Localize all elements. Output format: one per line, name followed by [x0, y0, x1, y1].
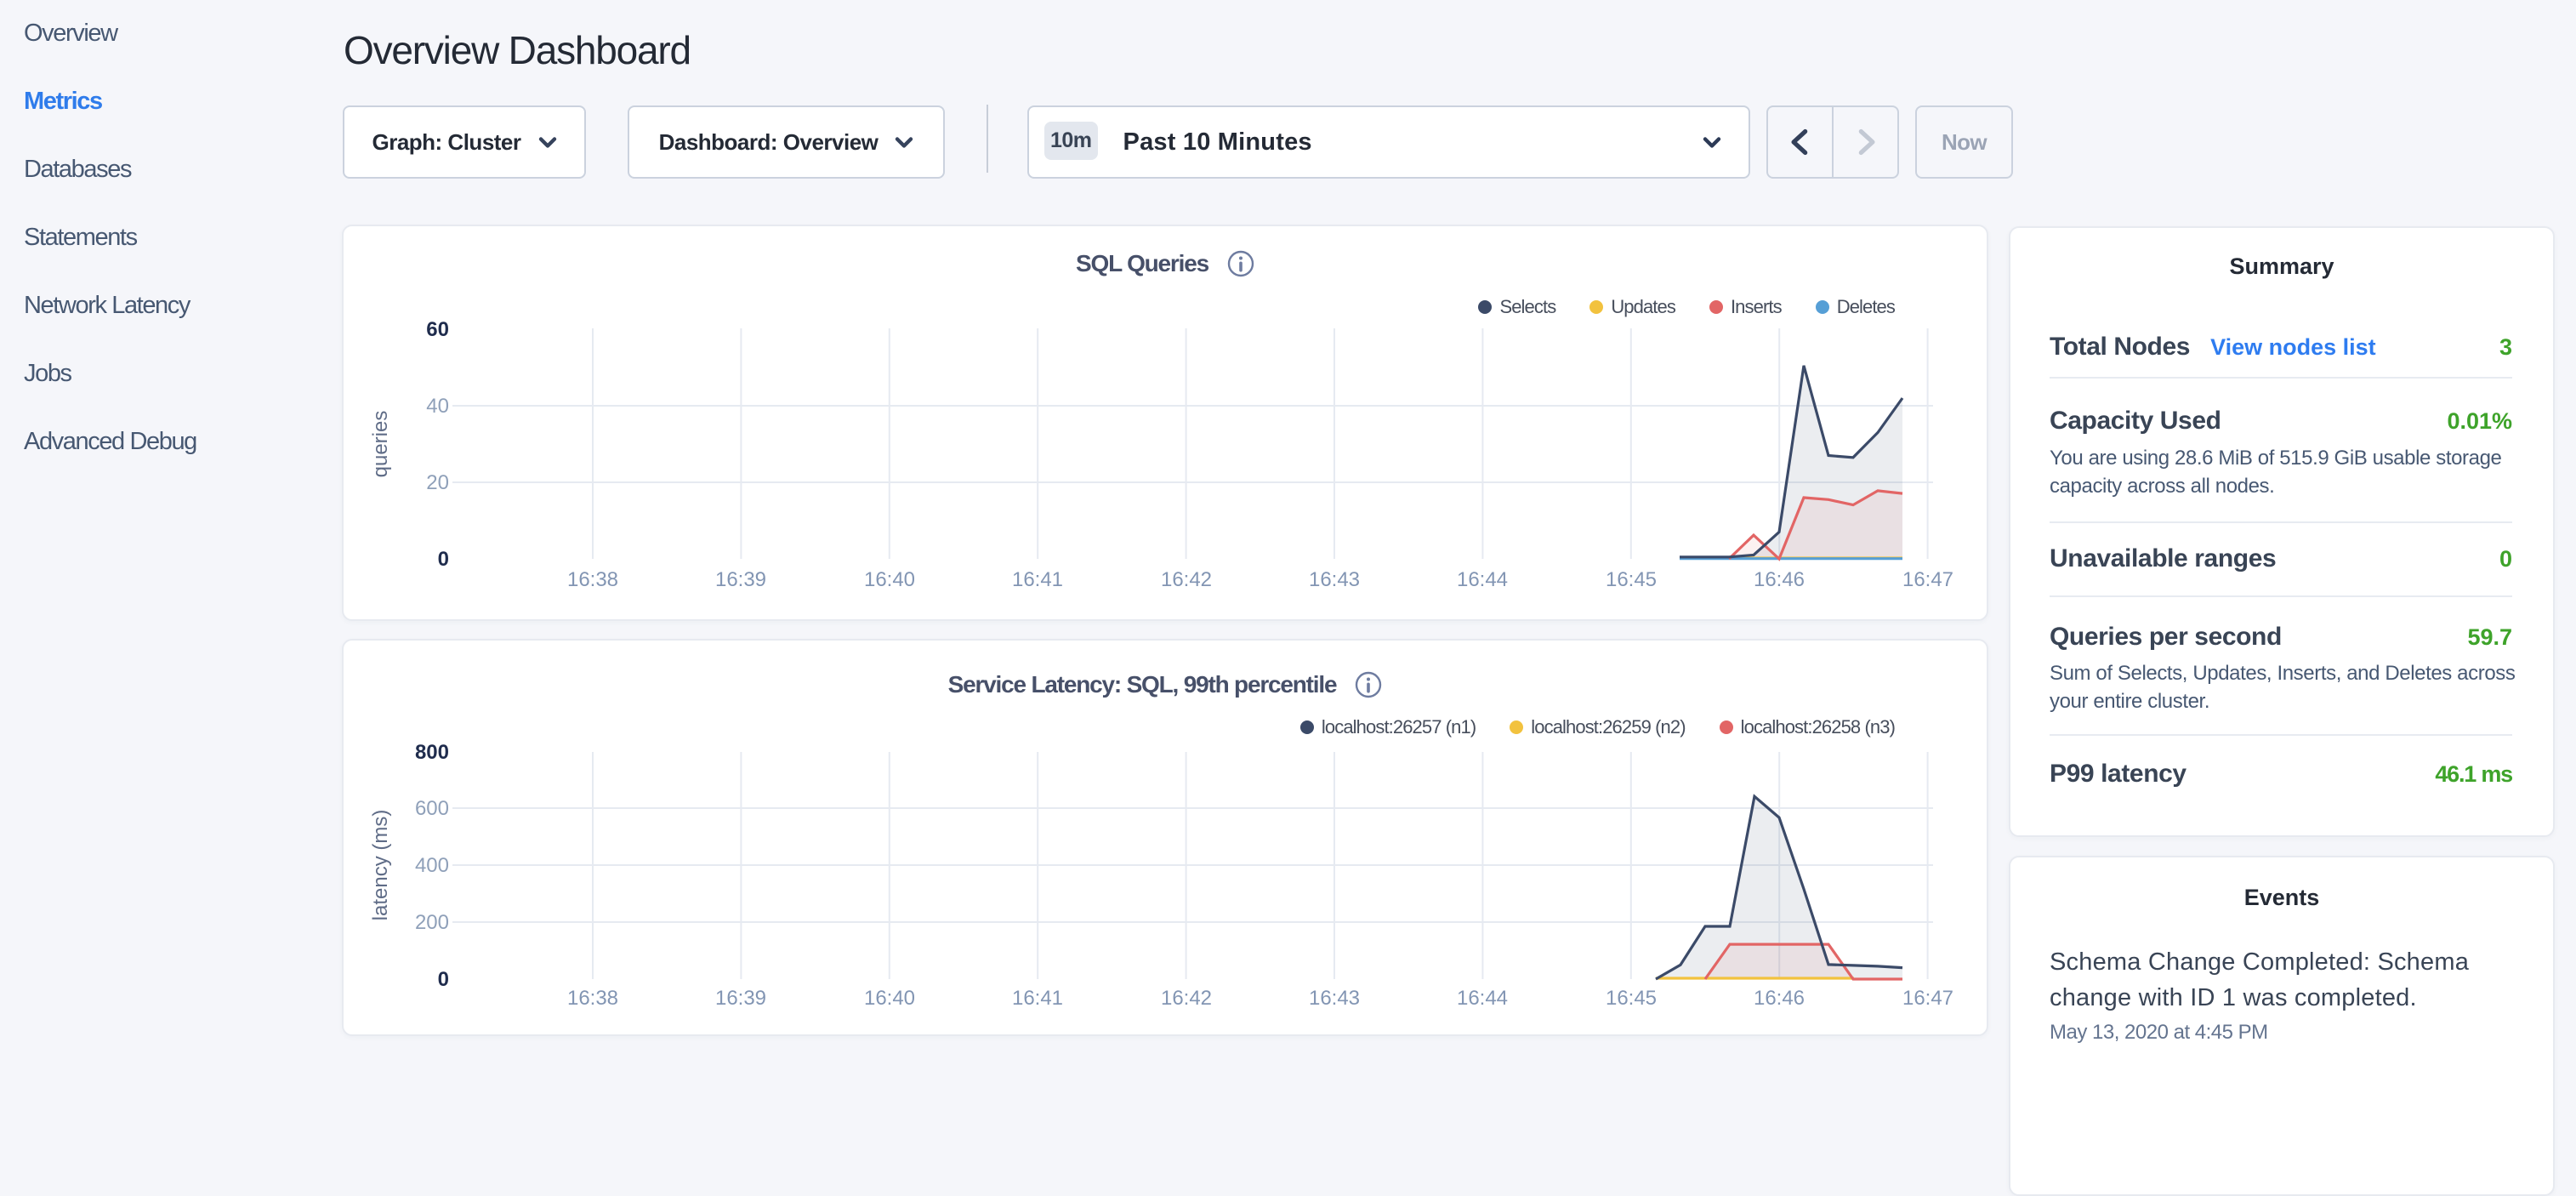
svg-text:16:40: 16:40 [864, 987, 915, 1010]
svg-text:16:44: 16:44 [1457, 987, 1508, 1010]
svg-text:600: 600 [415, 797, 449, 820]
svg-text:60: 60 [426, 318, 449, 341]
svg-text:16:42: 16:42 [1161, 987, 1212, 1010]
svg-text:16:45: 16:45 [1606, 987, 1657, 1010]
svg-text:16:41: 16:41 [1012, 987, 1063, 1010]
svg-text:800: 800 [415, 741, 449, 764]
svg-text:200: 200 [415, 911, 449, 934]
svg-text:16:46: 16:46 [1754, 568, 1805, 591]
svg-text:40: 40 [426, 395, 449, 418]
svg-text:16:41: 16:41 [1012, 568, 1063, 591]
svg-text:16:39: 16:39 [715, 568, 766, 591]
svg-text:16:47: 16:47 [1902, 987, 1953, 1010]
svg-text:16:38: 16:38 [567, 987, 618, 1010]
svg-text:16:45: 16:45 [1606, 568, 1657, 591]
svg-text:16:44: 16:44 [1457, 568, 1508, 591]
svg-text:queries: queries [369, 411, 392, 478]
svg-text:16:40: 16:40 [864, 568, 915, 591]
svg-text:16:46: 16:46 [1754, 987, 1805, 1010]
svg-text:16:43: 16:43 [1309, 568, 1360, 591]
svg-text:16:39: 16:39 [715, 987, 766, 1010]
svg-text:0: 0 [438, 968, 449, 991]
svg-text:16:47: 16:47 [1902, 568, 1953, 591]
svg-text:20: 20 [426, 471, 449, 494]
svg-text:16:38: 16:38 [567, 568, 618, 591]
svg-text:0: 0 [438, 548, 449, 571]
svg-text:latency (ms): latency (ms) [369, 810, 392, 921]
svg-text:400: 400 [415, 854, 449, 877]
svg-text:16:42: 16:42 [1161, 568, 1212, 591]
svg-text:16:43: 16:43 [1309, 987, 1360, 1010]
